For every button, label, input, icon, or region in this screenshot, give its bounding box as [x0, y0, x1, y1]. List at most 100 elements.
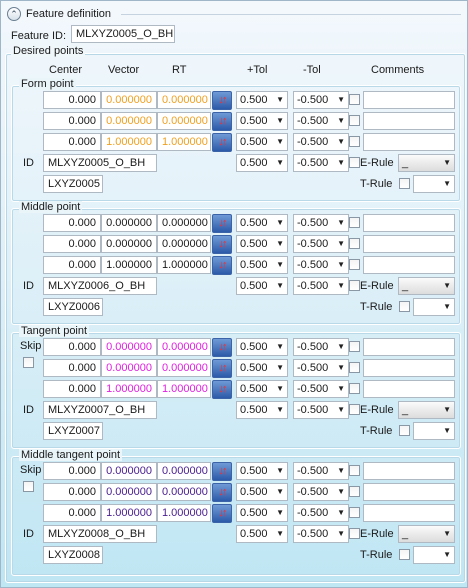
- row-checkbox[interactable]: [349, 507, 360, 518]
- e-rule-checkbox[interactable]: [349, 280, 360, 291]
- e-rule-checkbox[interactable]: [349, 404, 360, 415]
- point-id-input[interactable]: MLXYZ0007_O_BH: [43, 401, 157, 419]
- point-id-input[interactable]: MLXYZ0006_O_BH: [43, 277, 157, 295]
- vector-input[interactable]: 1.000000: [101, 133, 157, 151]
- vector-input[interactable]: 1.000000: [101, 380, 157, 398]
- comment-input[interactable]: [363, 380, 455, 398]
- row-checkbox[interactable]: [349, 486, 360, 497]
- vector-input[interactable]: 1.000000: [101, 256, 157, 274]
- e-rule-select[interactable]: _ ▼: [398, 277, 455, 295]
- e-rule-checkbox[interactable]: [349, 528, 360, 539]
- skip-checkbox[interactable]: [23, 357, 34, 368]
- t-rule-checkbox[interactable]: [399, 549, 410, 560]
- center-input[interactable]: 0.000: [43, 338, 101, 356]
- e-rule-checkbox[interactable]: [349, 157, 360, 168]
- point-code-input[interactable]: LXYZ0005: [43, 175, 103, 193]
- id-minus-tol-select[interactable]: -0.500 ▼: [293, 401, 349, 419]
- comment-input[interactable]: [363, 235, 455, 253]
- comment-input[interactable]: [363, 462, 455, 480]
- flip-direction-button[interactable]: ↓↑: [212, 133, 232, 152]
- chevron-up-icon[interactable]: ⌃: [7, 7, 21, 21]
- flip-direction-button[interactable]: ↓↑: [212, 235, 232, 254]
- plus-tol-select[interactable]: 0.500 ▼: [236, 91, 288, 109]
- center-input[interactable]: 0.000: [43, 359, 101, 377]
- rt-input[interactable]: 0.000000: [157, 91, 211, 109]
- center-input[interactable]: 0.000: [43, 380, 101, 398]
- minus-tol-select[interactable]: -0.500 ▼: [293, 235, 349, 253]
- comment-input[interactable]: [363, 112, 455, 130]
- vector-input[interactable]: 0.000000: [101, 338, 157, 356]
- plus-tol-select[interactable]: 0.500 ▼: [236, 483, 288, 501]
- point-id-input[interactable]: MLXYZ0005_O_BH: [43, 154, 157, 172]
- minus-tol-select[interactable]: -0.500 ▼: [293, 483, 349, 501]
- center-input[interactable]: 0.000: [43, 133, 101, 151]
- comment-input[interactable]: [363, 214, 455, 232]
- comment-input[interactable]: [363, 359, 455, 377]
- plus-tol-select[interactable]: 0.500 ▼: [236, 133, 288, 151]
- flip-direction-button[interactable]: ↓↑: [212, 380, 232, 399]
- t-rule-checkbox[interactable]: [399, 425, 410, 436]
- plus-tol-select[interactable]: 0.500 ▼: [236, 214, 288, 232]
- row-checkbox[interactable]: [349, 383, 360, 394]
- center-input[interactable]: 0.000: [43, 504, 101, 522]
- comment-input[interactable]: [363, 256, 455, 274]
- row-checkbox[interactable]: [349, 238, 360, 249]
- flip-direction-button[interactable]: ↓↑: [212, 338, 232, 357]
- comment-input[interactable]: [363, 91, 455, 109]
- comment-input[interactable]: [363, 483, 455, 501]
- rt-input[interactable]: 0.000000: [157, 462, 211, 480]
- row-checkbox[interactable]: [349, 115, 360, 126]
- center-input[interactable]: 0.000: [43, 256, 101, 274]
- row-checkbox[interactable]: [349, 259, 360, 270]
- id-plus-tol-select[interactable]: 0.500 ▼: [236, 401, 288, 419]
- comment-input[interactable]: [363, 133, 455, 151]
- id-minus-tol-select[interactable]: -0.500 ▼: [293, 525, 349, 543]
- minus-tol-select[interactable]: -0.500 ▼: [293, 504, 349, 522]
- plus-tol-select[interactable]: 0.500 ▼: [236, 462, 288, 480]
- plus-tol-select[interactable]: 0.500 ▼: [236, 112, 288, 130]
- vector-input[interactable]: 0.000000: [101, 214, 157, 232]
- t-rule-select[interactable]: ▼: [413, 175, 455, 193]
- rt-input[interactable]: 0.000000: [157, 214, 211, 232]
- rt-input[interactable]: 1.000000: [157, 504, 211, 522]
- flip-direction-button[interactable]: ↓↑: [212, 483, 232, 502]
- vector-input[interactable]: 0.000000: [101, 91, 157, 109]
- minus-tol-select[interactable]: -0.500 ▼: [293, 256, 349, 274]
- vector-input[interactable]: 0.000000: [101, 359, 157, 377]
- minus-tol-select[interactable]: -0.500 ▼: [293, 133, 349, 151]
- plus-tol-select[interactable]: 0.500 ▼: [236, 380, 288, 398]
- flip-direction-button[interactable]: ↓↑: [212, 112, 232, 131]
- plus-tol-select[interactable]: 0.500 ▼: [236, 359, 288, 377]
- vector-input[interactable]: 0.000000: [101, 112, 157, 130]
- minus-tol-select[interactable]: -0.500 ▼: [293, 359, 349, 377]
- row-checkbox[interactable]: [349, 465, 360, 476]
- flip-direction-button[interactable]: ↓↑: [212, 214, 232, 233]
- minus-tol-select[interactable]: -0.500 ▼: [293, 112, 349, 130]
- rt-input[interactable]: 0.000000: [157, 235, 211, 253]
- e-rule-select[interactable]: _ ▼: [398, 401, 455, 419]
- comment-input[interactable]: [363, 338, 455, 356]
- vector-input[interactable]: 0.000000: [101, 483, 157, 501]
- minus-tol-select[interactable]: -0.500 ▼: [293, 91, 349, 109]
- comment-input[interactable]: [363, 504, 455, 522]
- row-checkbox[interactable]: [349, 94, 360, 105]
- center-input[interactable]: 0.000: [43, 483, 101, 501]
- t-rule-select[interactable]: ▼: [413, 298, 455, 316]
- t-rule-checkbox[interactable]: [399, 301, 410, 312]
- t-rule-select[interactable]: ▼: [413, 422, 455, 440]
- flip-direction-button[interactable]: ↓↑: [212, 359, 232, 378]
- row-checkbox[interactable]: [349, 136, 360, 147]
- id-minus-tol-select[interactable]: -0.500 ▼: [293, 277, 349, 295]
- feature-id-input[interactable]: MLXYZ0005_O_BH: [71, 25, 175, 43]
- rt-input[interactable]: 0.000000: [157, 483, 211, 501]
- minus-tol-select[interactable]: -0.500 ▼: [293, 380, 349, 398]
- point-code-input[interactable]: LXYZ0006: [43, 298, 103, 316]
- t-rule-select[interactable]: ▼: [413, 546, 455, 564]
- plus-tol-select[interactable]: 0.500 ▼: [236, 504, 288, 522]
- point-id-input[interactable]: MLXYZ0008_O_BH: [43, 525, 157, 543]
- plus-tol-select[interactable]: 0.500 ▼: [236, 235, 288, 253]
- vector-input[interactable]: 0.000000: [101, 462, 157, 480]
- id-plus-tol-select[interactable]: 0.500 ▼: [236, 525, 288, 543]
- center-input[interactable]: 0.000: [43, 235, 101, 253]
- point-code-input[interactable]: LXYZ0007: [43, 422, 103, 440]
